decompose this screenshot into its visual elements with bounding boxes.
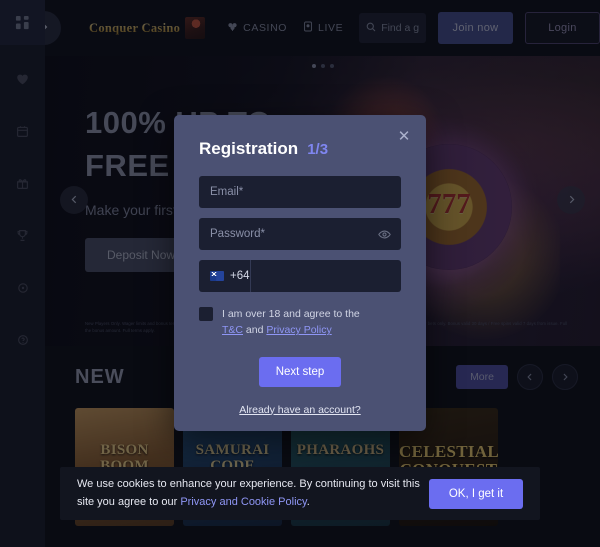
cookie-text-part2: . xyxy=(306,495,310,508)
already-have-account-link[interactable]: Already have an account? xyxy=(199,404,401,416)
registration-modal: ✕ Registration 1/3 +64 xyxy=(174,115,426,431)
country-code-selector[interactable]: +64 xyxy=(199,260,251,292)
eye-icon[interactable] xyxy=(378,228,391,241)
password-input[interactable] xyxy=(210,228,390,240)
privacy-cookie-policy-link[interactable]: Privacy and Cookie Policy xyxy=(180,496,306,508)
phone-field[interactable]: +64 xyxy=(199,260,401,292)
modal-title: Registration xyxy=(199,139,299,158)
password-field[interactable] xyxy=(199,218,401,250)
terms-conditions-link[interactable]: T&C xyxy=(222,324,243,336)
next-step-button[interactable]: Next step xyxy=(259,356,341,387)
age-terms-agreement: I am over 18 and agree to the T&C and Pr… xyxy=(199,306,401,339)
accept-cookies-button[interactable]: OK, I get it xyxy=(429,478,523,509)
country-code-value: +64 xyxy=(230,270,250,282)
agree-middle: and xyxy=(245,324,264,337)
nz-flag-icon xyxy=(210,271,224,281)
modal-step-indicator: 1/3 xyxy=(307,141,329,158)
phone-input[interactable] xyxy=(250,260,401,292)
email-field[interactable] xyxy=(199,176,401,208)
modal-header: Registration 1/3 xyxy=(199,139,401,159)
age-terms-checkbox[interactable] xyxy=(199,307,213,321)
page-root: 100% UP TO FREE SPINS Make your first de… xyxy=(0,0,600,547)
age-terms-text: I am over 18 and agree to the T&C and Pr… xyxy=(222,306,360,339)
cookie-text: We use cookies to enhance your experienc… xyxy=(77,476,429,510)
cookie-consent-banner: We use cookies to enhance your experienc… xyxy=(60,467,540,520)
email-input[interactable] xyxy=(210,186,390,198)
privacy-policy-link[interactable]: Privacy Policy xyxy=(266,324,331,336)
close-icon[interactable]: ✕ xyxy=(395,127,413,145)
agree-prefix: I am over 18 and agree to the xyxy=(222,308,360,320)
